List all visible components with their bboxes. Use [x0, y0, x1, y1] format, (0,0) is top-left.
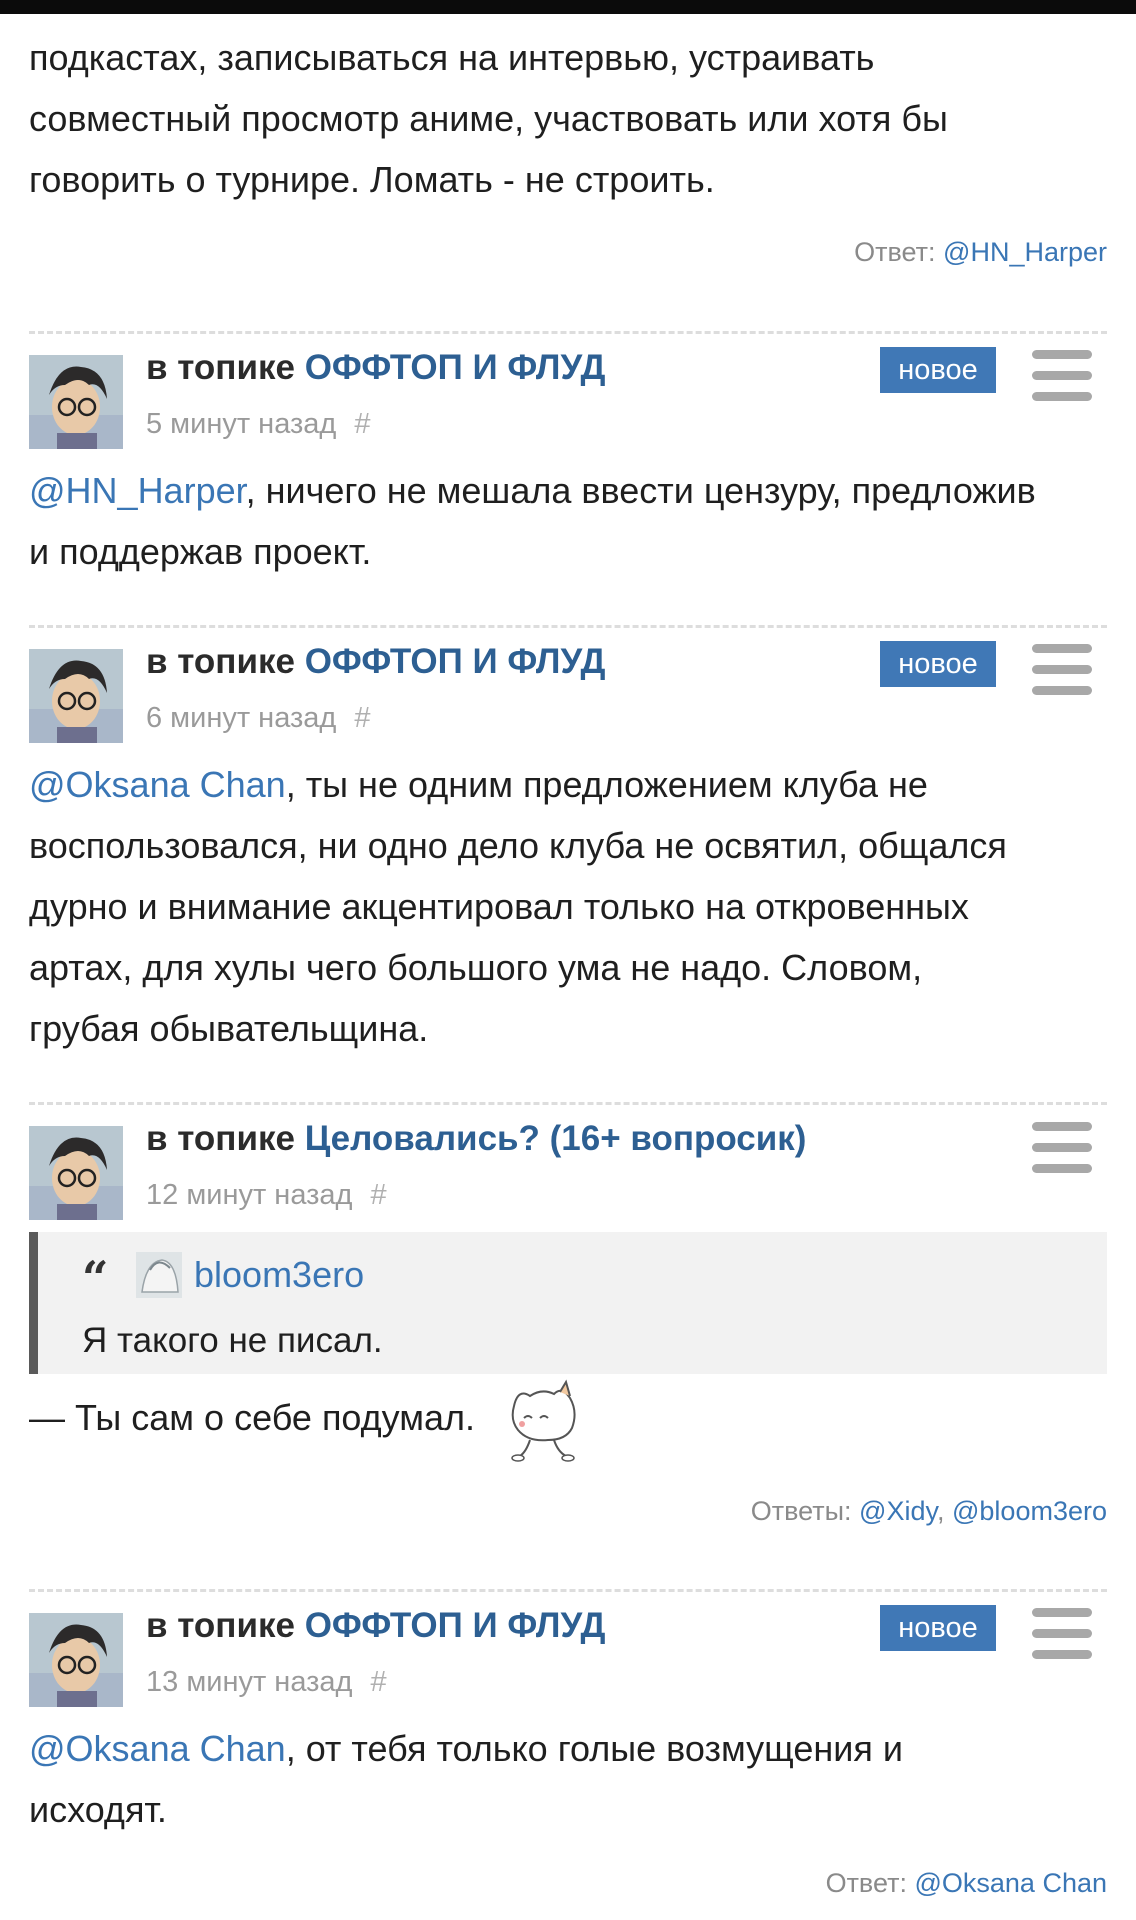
avatar-image [29, 649, 123, 743]
time-label: 12 минут назад [146, 1179, 353, 1211]
topic-link[interactable]: Целовались? (16+ вопросик) [305, 1119, 807, 1158]
avatar-image [29, 355, 123, 449]
avatar[interactable] [29, 355, 123, 449]
comment-time: 12 минут назад # [146, 1176, 387, 1214]
avatar[interactable] [29, 649, 123, 743]
mention-link[interactable]: @Oksana Chan [29, 1728, 286, 1769]
time-label: 6 минут назад [146, 702, 337, 734]
topic-prefix: в топике [146, 348, 295, 387]
comment-text-4: — Ты сам о себе подумал. [29, 1387, 475, 1448]
avatar[interactable] [29, 1613, 123, 1707]
topic-link[interactable]: ОФФТОП И ФЛУД [305, 348, 606, 387]
mention-link[interactable]: @Oksana Chan [29, 764, 286, 805]
comment-line: , от тебя только голые возмущения и [285, 1728, 903, 1769]
comment-line: исходят. [29, 1789, 167, 1830]
comment-line: и поддержав проект. [29, 531, 372, 572]
quote-avatar-image [136, 1252, 182, 1298]
comment-line: дурно и внимание акцентировал только на … [29, 886, 969, 927]
avatar-image [29, 1613, 123, 1707]
quote-avatar[interactable] [136, 1252, 182, 1298]
new-badge: новое [880, 1605, 996, 1651]
mention-link[interactable]: @HN_Harper [29, 470, 246, 511]
quote-username-link[interactable]: bloom3ero [194, 1252, 364, 1298]
new-badge: новое [880, 347, 996, 393]
topic-prefix: в топике [146, 642, 295, 681]
topic-prefix: в топике [146, 1119, 295, 1158]
comment-text-5: @Oksana Chan, от тебя только голые возму… [29, 1718, 1107, 1840]
cat-sticker-icon [511, 1379, 576, 1462]
comment-line: грубая обывательщина. [29, 1008, 429, 1049]
time-label: 13 минут назад [146, 1666, 353, 1698]
permalink-hash[interactable]: # [354, 408, 370, 440]
comment-header: в топике ОФФТОП И ФЛУД [146, 640, 605, 684]
avatar-image [29, 1126, 123, 1220]
comment-text-2: @HN_Harper, ничего не мешала ввести ценз… [29, 460, 1107, 582]
reply-line: Ответ: @HN_Harper [854, 237, 1107, 268]
quote-text: Я такого не писал. [82, 1321, 383, 1360]
comment-line: , ничего не мешала ввести цензуру, предл… [245, 470, 1036, 511]
comment-line: — Ты сам о себе подумал. [29, 1397, 476, 1438]
topic-link[interactable]: ОФФТОП И ФЛУД [305, 1606, 606, 1645]
topic-link[interactable]: ОФФТОП И ФЛУД [305, 642, 606, 681]
comment-time: 13 минут назад # [146, 1663, 387, 1701]
comment-line: совместный просмотр аниме, участвовать и… [29, 98, 948, 139]
comment-text-3: @Oksana Chan, ты не одним предложением к… [29, 754, 1107, 1059]
replies-label: Ответы: [750, 1496, 852, 1526]
comment-header: в топике ОФФТОП И ФЛУД [146, 1604, 605, 1648]
reply-user-link[interactable]: @HN_Harper [943, 237, 1107, 267]
comment-line: подкастах, записываться на интервью, уст… [29, 37, 875, 78]
comment-line: воспользовался, ни одно дело клуба не ос… [29, 825, 1007, 866]
comment-line: , ты не одним предложением клуба не [285, 764, 928, 805]
comment-header: в топике ОФФТОП И ФЛУД [146, 346, 605, 390]
reply-label: Ответ: [854, 237, 936, 267]
comment-time: 6 минут назад # [146, 699, 370, 737]
time-label: 5 минут назад [146, 408, 337, 440]
permalink-hash[interactable]: # [370, 1179, 386, 1211]
reply-user-link[interactable]: @Xidy [859, 1496, 937, 1526]
separator [29, 1102, 1107, 1105]
hamburger-menu-icon[interactable] [1032, 1608, 1092, 1660]
permalink-hash[interactable]: # [370, 1666, 386, 1698]
reply-label: Ответ: [825, 1868, 907, 1898]
hamburger-menu-icon[interactable] [1032, 1122, 1092, 1174]
hamburger-menu-icon[interactable] [1032, 350, 1092, 402]
status-bar [0, 0, 1136, 14]
comment-header: в топике Целовались? (16+ вопросик) [146, 1117, 806, 1161]
permalink-hash[interactable]: # [354, 702, 370, 734]
comment-line: артах, для хулы чего большого ума не над… [29, 947, 923, 988]
reply-line: Ответ: @Oksana Chan [826, 1868, 1107, 1899]
separator [29, 1589, 1107, 1592]
topic-prefix: в топике [146, 1606, 295, 1645]
separator [29, 331, 1107, 334]
quote-block: “ bloom3ero Я такого не писал. [29, 1232, 1107, 1374]
reply-user-link[interactable]: @Oksana Chan [914, 1868, 1107, 1898]
hamburger-menu-icon[interactable] [1032, 644, 1092, 696]
separator [29, 625, 1107, 628]
avatar[interactable] [29, 1126, 123, 1220]
comment-text-1: подкастах, записываться на интервью, уст… [29, 27, 1107, 210]
new-badge: новое [880, 641, 996, 687]
quote-icon: “ [82, 1251, 109, 1305]
comment-time: 5 минут назад # [146, 405, 370, 443]
reply-user-link[interactable]: @bloom3ero [952, 1496, 1107, 1526]
reply-line: Ответы: @Xidy, @bloom3ero [750, 1496, 1107, 1526]
comment-line: говорить о турнире. Ломать - не строить. [29, 159, 715, 200]
